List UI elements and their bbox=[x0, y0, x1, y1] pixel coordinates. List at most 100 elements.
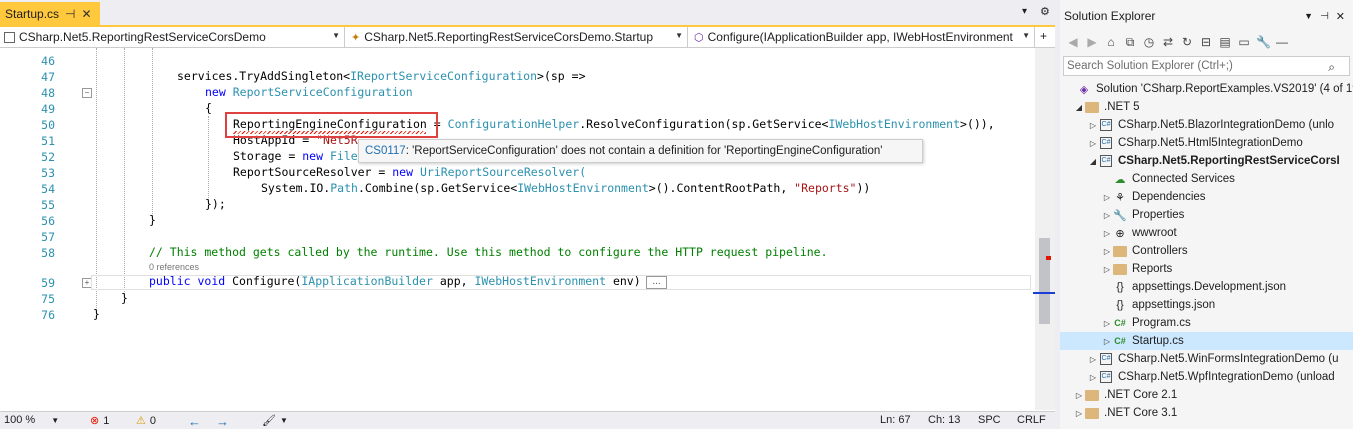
warnings-indicator[interactable]: ⚠ 0 bbox=[136, 414, 156, 428]
project-icon: C# bbox=[1098, 370, 1114, 384]
chevron-right-icon[interactable]: ▷ bbox=[1102, 211, 1112, 220]
collapsed-region-button[interactable]: ... bbox=[646, 276, 667, 289]
tree-item-project[interactable]: ▷ C# CSharp.Net5.Html5IntegrationDemo bbox=[1060, 134, 1353, 152]
chevron-right-icon[interactable]: ▷ bbox=[1088, 139, 1098, 148]
chevron-down-icon[interactable]: ▼ bbox=[1304, 11, 1313, 21]
solution-icon: ◈ bbox=[1079, 83, 1089, 96]
errors-indicator[interactable]: ⊗ 1 bbox=[90, 414, 109, 428]
tree-item-netcore21-folder[interactable]: ▷ .NET Core 2.1 bbox=[1060, 386, 1353, 404]
code-line-54: System.IO.Path.Combine(sp.GetService<IWe… bbox=[261, 181, 871, 195]
chevron-right-icon[interactable]: ▷ bbox=[1102, 265, 1112, 274]
highlight-box bbox=[225, 112, 438, 138]
cleanup-brush-icon[interactable]: 🖌 ▼ bbox=[262, 414, 288, 427]
chevron-down-icon: ▼ bbox=[332, 31, 340, 40]
tab-title: Startup.cs bbox=[5, 6, 60, 21]
scrollbar-thumb[interactable] bbox=[1039, 238, 1050, 324]
navigate-back-icon[interactable]: ← bbox=[188, 414, 201, 429]
tab-startup-cs[interactable]: Startup.cs ⊣ ✕ bbox=[0, 2, 100, 25]
folder-icon bbox=[1084, 388, 1100, 402]
navigation-bar: CSharp.Net5.ReportingRestServiceCorsDemo… bbox=[0, 27, 1055, 48]
member-dropdown[interactable]: ⬡ Configure(IApplicationBuilder app, IWe… bbox=[690, 27, 1035, 47]
tree-item-appsettings[interactable]: {} appsettings.json bbox=[1060, 296, 1353, 314]
tree-item-program-cs[interactable]: ▷ C# Program.cs bbox=[1060, 314, 1353, 332]
close-icon[interactable]: ✕ bbox=[81, 7, 91, 21]
indent-guide bbox=[208, 116, 209, 204]
tree-item-startup-cs[interactable]: ▷ C# Startup.cs bbox=[1060, 332, 1353, 350]
pin-icon[interactable]: ⊣ bbox=[65, 7, 75, 21]
tree-item-solution[interactable]: ◈ Solution 'CSharp.ReportExamples.VS2019… bbox=[1060, 80, 1353, 98]
code-line-55: }); bbox=[205, 197, 226, 211]
chevron-right-icon[interactable]: ▷ bbox=[1088, 355, 1098, 364]
zoom-dropdown[interactable]: 100 % ▼ bbox=[4, 414, 59, 426]
back-icon[interactable]: ◀ bbox=[1066, 35, 1080, 49]
tree-item-reports[interactable]: ▷ Reports bbox=[1060, 260, 1353, 278]
tree-item-project[interactable]: ▷ C# CSharp.Net5.WinFormsIntegrationDemo… bbox=[1060, 350, 1353, 368]
collapse-toggle-icon[interactable]: − bbox=[82, 88, 92, 98]
tree-item-netcore31-folder[interactable]: ▷ .NET Core 3.1 bbox=[1060, 404, 1353, 422]
class-dropdown[interactable]: ✦ CSharp.Net5.ReportingRestServiceCorsDe… bbox=[347, 27, 688, 47]
tree-item-properties[interactable]: ▷ 🔧 Properties bbox=[1060, 206, 1353, 224]
chevron-right-icon[interactable]: ▷ bbox=[1102, 247, 1112, 256]
tree-item-label: Controllers bbox=[1132, 245, 1188, 257]
project-icon: C# bbox=[1098, 352, 1114, 366]
tree-item-project[interactable]: ▷ C# CSharp.Net5.WpfIntegrationDemo (unl… bbox=[1060, 368, 1353, 386]
close-icon[interactable]: ✕ bbox=[1336, 10, 1345, 23]
line-number: 76 bbox=[41, 308, 55, 322]
tree-item-label: wwwroot bbox=[1132, 227, 1177, 239]
show-all-files-icon[interactable]: ▤ bbox=[1218, 35, 1232, 49]
chevron-right-icon[interactable]: ▷ bbox=[1088, 121, 1098, 130]
switch-views-icon[interactable]: ⧉ bbox=[1123, 35, 1137, 50]
more-icon[interactable]: — bbox=[1275, 35, 1289, 49]
chevron-right-icon[interactable]: ▷ bbox=[1074, 409, 1084, 418]
tab-list-dropdown-icon[interactable]: ▾ bbox=[1022, 6, 1027, 17]
code-line-59: public void Configure(IApplicationBuilde… bbox=[149, 274, 641, 288]
whitespace-indicator[interactable]: SPC bbox=[978, 414, 1001, 426]
tree-item-connected-services[interactable]: ☁ Connected Services bbox=[1060, 170, 1353, 188]
error-code-link[interactable]: CS0117 bbox=[365, 145, 406, 157]
sync-icon[interactable]: ⇄ bbox=[1161, 35, 1175, 49]
properties-icon: 🔧 bbox=[1113, 209, 1127, 222]
globe-icon: ⊕ bbox=[1115, 227, 1125, 240]
chevron-down-icon[interactable]: ◢ bbox=[1074, 103, 1084, 112]
line-indicator: Ln: 67 bbox=[880, 414, 911, 426]
tree-item-project[interactable]: ▷ C# CSharp.Net5.BlazorIntegrationDemo (… bbox=[1060, 116, 1353, 134]
line-ending-indicator[interactable]: CRLF bbox=[1017, 414, 1046, 426]
pending-changes-filter-icon[interactable]: ◷ bbox=[1142, 35, 1156, 49]
method-icon: ⬡ bbox=[694, 31, 704, 44]
navigate-forward-icon[interactable]: → bbox=[216, 414, 229, 429]
settings-icon[interactable]: ⚙ bbox=[1040, 5, 1050, 18]
chevron-right-icon[interactable]: ▷ bbox=[1102, 319, 1112, 328]
chevron-right-icon[interactable]: ▷ bbox=[1102, 229, 1112, 238]
line-number: 47 bbox=[41, 70, 55, 84]
csharp-file-icon: C# bbox=[1114, 318, 1126, 328]
codelens-references[interactable]: 0 references bbox=[149, 262, 199, 272]
tree-item-label: .NET 5 bbox=[1104, 101, 1140, 113]
line-number: 48 bbox=[41, 86, 55, 100]
vertical-scrollbar[interactable] bbox=[1035, 48, 1055, 410]
split-window-icon[interactable]: + bbox=[1040, 29, 1047, 43]
properties-wrench-icon[interactable]: 🔧 bbox=[1256, 35, 1271, 49]
tree-item-appsettings-dev[interactable]: {} appsettings.Development.json bbox=[1060, 278, 1353, 296]
chevron-down-icon[interactable]: ◢ bbox=[1088, 157, 1098, 166]
member-dropdown-label: Configure(IApplicationBuilder app, IWebH… bbox=[707, 30, 1013, 44]
chevron-right-icon[interactable]: ▷ bbox=[1074, 391, 1084, 400]
chevron-right-icon[interactable]: ▷ bbox=[1102, 193, 1112, 202]
solution-search-input[interactable]: Search Solution Explorer (Ctrl+;) ⌕ bbox=[1063, 56, 1350, 76]
collapse-all-icon[interactable]: ⊟ bbox=[1199, 35, 1213, 49]
tree-item-controllers[interactable]: ▷ Controllers bbox=[1060, 242, 1353, 260]
tree-item-net5-folder[interactable]: ◢ .NET 5 bbox=[1060, 98, 1353, 116]
code-editor[interactable]: Startup.cs ⊣ ✕ ▾ ⚙ CSharp.Net5.Reporting… bbox=[0, 0, 1055, 429]
project-dropdown[interactable]: CSharp.Net5.ReportingRestServiceCorsDemo… bbox=[0, 27, 345, 47]
refresh-icon[interactable]: ↻ bbox=[1180, 35, 1194, 49]
tree-item-dependencies[interactable]: ▷ ⚘ Dependencies bbox=[1060, 188, 1353, 206]
connected-services-icon: ☁ bbox=[1114, 173, 1126, 186]
chevron-right-icon[interactable]: ▷ bbox=[1088, 373, 1098, 382]
preview-icon[interactable]: ▭ bbox=[1237, 35, 1251, 49]
chevron-right-icon[interactable]: ▷ bbox=[1102, 337, 1112, 346]
tree-item-wwwroot[interactable]: ▷ ⊕ wwwroot bbox=[1060, 224, 1353, 242]
pin-icon[interactable]: ⊣ bbox=[1320, 11, 1329, 22]
home-icon[interactable]: ⌂ bbox=[1104, 35, 1118, 49]
forward-icon[interactable]: ▶ bbox=[1085, 35, 1099, 49]
tree-item-active-project[interactable]: ◢ C# CSharp.Net5.ReportingRestServiceCor… bbox=[1060, 152, 1353, 170]
project-icon: C# bbox=[1098, 136, 1114, 150]
